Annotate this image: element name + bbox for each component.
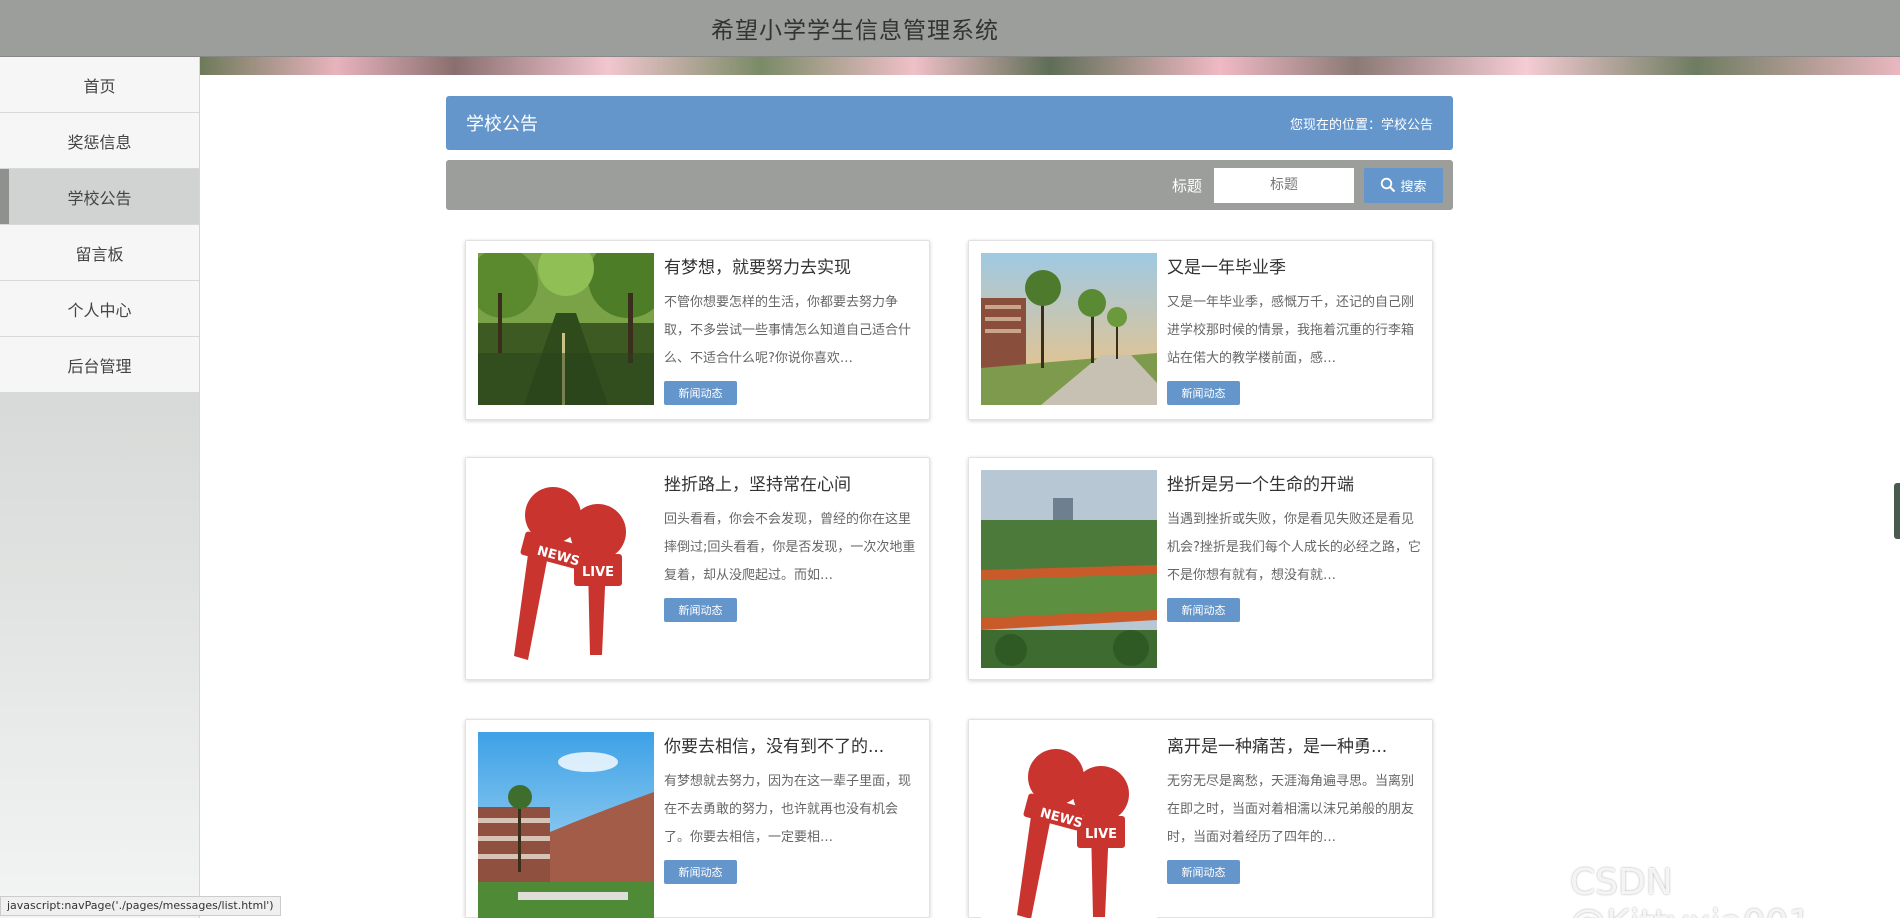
page-header: 学校公告 您现在的位置：学校公告 (446, 96, 1453, 150)
sidebar-item-label: 奖惩信息 (67, 132, 132, 152)
title-search-input[interactable] (1214, 167, 1354, 203)
card-title[interactable]: 挫折路上，坚持常在心间 (664, 470, 922, 495)
announcement-card[interactable]: NEWS LIVE 挫折路上，坚持常在心间 回头看看，你会不会发现，曾经的你在这… (465, 457, 930, 680)
search-icon (1381, 177, 1396, 193)
card-summary: 有梦想就去努力，因为在这一辈子里面，现在不去勇敢的努力，也许就再也没有机会了。你… (664, 774, 912, 845)
sidebar-item-home[interactable]: 首页 (0, 57, 199, 113)
sidebar-item-admin[interactable]: 后台管理 (0, 337, 199, 393)
sidebar-item-label: 个人中心 (67, 300, 132, 320)
news-live-microphone-icon[interactable]: NEWS LIVE (981, 732, 1157, 918)
sidebar-item-personal-center[interactable]: 个人中心 (0, 281, 199, 337)
card-tag: 新闻动态 (664, 598, 737, 622)
announcement-card[interactable]: NEWS LIVE 离开是一种痛苦，是一种勇... 无穷无尽是离愁，天涯海角遍寻… (968, 719, 1433, 918)
card-title[interactable]: 离开是一种痛苦，是一种勇... (1167, 732, 1425, 757)
card-tag: 新闻动态 (664, 860, 737, 884)
card-summary: 回头看看，你会不会发现，曾经的你在这里摔倒过;回头看看，你是否发现，一次次地重复… (664, 512, 916, 583)
svg-text:LIVE: LIVE (582, 565, 614, 580)
sidebar-item-message-board[interactable]: 留言板 (0, 225, 199, 281)
breadcrumb: 您现在的位置：学校公告 (1289, 117, 1433, 133)
announcement-card[interactable]: 你要去相信，没有到不了的... 有梦想就去努力，因为在这一辈子里面，现在不去勇敢… (465, 719, 930, 918)
card-tag: 新闻动态 (1167, 381, 1240, 405)
sidebar-item-label: 留言板 (75, 244, 124, 264)
sidebar-item-label: 首页 (83, 76, 116, 96)
sidebar-nav: 首页 奖惩信息 学校公告 留言板 个人中心 后台管理 (0, 57, 200, 918)
tree-path-photo[interactable] (478, 253, 654, 405)
scrollbar-handle[interactable] (1894, 483, 1900, 539)
page-title: 学校公告 (466, 114, 538, 135)
main-content: 学校公告 您现在的位置：学校公告 标题 搜索 (446, 96, 1453, 210)
campus-track-photo[interactable] (981, 470, 1157, 668)
app-header: 希望小学学生信息管理系统 (0, 0, 1900, 57)
search-label: 标题 (1171, 176, 1202, 195)
search-bar: 标题 搜索 (446, 160, 1453, 210)
announcement-card[interactable]: 挫折是另一个生命的开端 当遇到挫折或失败，你是看见失败还是看见机会?挫折是我们每… (968, 457, 1433, 680)
card-title[interactable]: 又是一年毕业季 (1167, 253, 1425, 278)
card-summary: 当遇到挫折或失败，你是看见失败还是看见机会?挫折是我们每个人成长的必经之路，它不… (1167, 512, 1421, 583)
search-button-label: 搜索 (1400, 179, 1427, 195)
app-title: 希望小学学生信息管理系统 (711, 18, 999, 44)
watermark: CSDN @Kittyxia001 (1570, 862, 1811, 918)
browser-status-bar: javascript:navPage('./pages/messages/lis… (0, 896, 281, 916)
sidebar-item-label: 学校公告 (67, 188, 132, 208)
card-tag: 新闻动态 (1167, 860, 1240, 884)
sidebar-item-announcements[interactable]: 学校公告 (0, 169, 199, 225)
search-button[interactable]: 搜索 (1364, 167, 1443, 203)
sidebar-item-rewards[interactable]: 奖惩信息 (0, 113, 199, 169)
card-title[interactable]: 挫折是另一个生命的开端 (1167, 470, 1425, 495)
banner-image-strip (200, 57, 1900, 75)
card-title[interactable]: 你要去相信，没有到不了的... (664, 732, 922, 757)
campus-sunset-photo[interactable] (981, 253, 1157, 405)
card-title[interactable]: 有梦想，就要努力去实现 (664, 253, 922, 278)
sidebar-item-label: 后台管理 (67, 356, 132, 376)
svg-text:LIVE: LIVE (1085, 827, 1117, 842)
card-summary: 不管你想要怎样的生活，你都要去努力争取，不多尝试一些事情怎么知道自己适合什么、不… (664, 295, 912, 366)
news-live-microphone-icon[interactable]: NEWS LIVE (478, 470, 654, 668)
card-summary: 无穷无尽是离愁，天涯海角遍寻思。当离别在即之时，当面对着相濡以沫兄弟般的朋友时，… (1167, 774, 1415, 845)
card-tag: 新闻动态 (664, 381, 737, 405)
card-summary: 又是一年毕业季，感慨万千，还记的自己刚进学校那时候的情景，我拖着沉重的行李箱站在… (1167, 295, 1415, 366)
announcement-card[interactable]: 有梦想，就要努力去实现 不管你想要怎样的生活，你都要去努力争取，不多尝试一些事情… (465, 240, 930, 420)
card-tag: 新闻动态 (1167, 598, 1240, 622)
announcement-card[interactable]: 又是一年毕业季 又是一年毕业季，感慨万千，还记的自己刚进学校那时候的情景，我拖着… (968, 240, 1433, 420)
school-building-photo[interactable] (478, 732, 654, 918)
